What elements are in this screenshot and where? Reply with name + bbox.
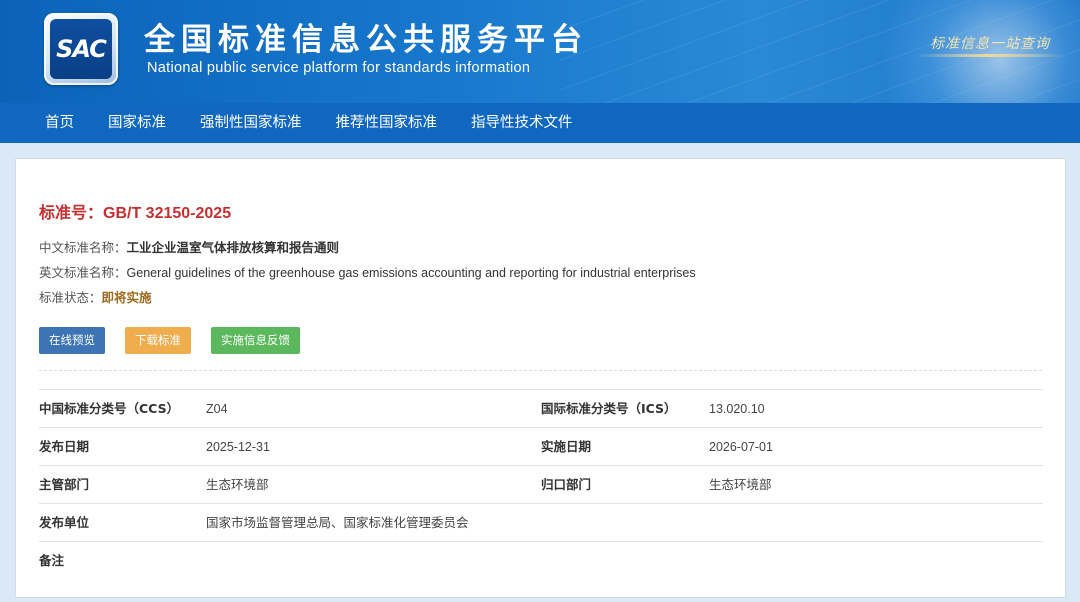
centralized-dept-label: 归口部门: [541, 477, 592, 492]
table-row: 发布日期 2025-12-31 实施日期 2026-07-01: [39, 428, 1043, 466]
publisher-value: 国家市场监督管理总局、国家标准化管理委员会: [206, 516, 469, 530]
status-label: 标准状态：: [39, 290, 102, 305]
nav-item-mandatory-standards[interactable]: 强制性国家标准: [183, 103, 319, 143]
publish-date-label: 发布日期: [39, 439, 90, 454]
table-row: 备注: [39, 542, 1043, 580]
main-nav: 首页 国家标准 强制性国家标准 推荐性国家标准 指导性技术文件: [0, 103, 1080, 143]
competent-dept-value: 生态环境部: [206, 478, 269, 492]
cn-name-value: 工业企业温室气体排放核算和报告通则: [126, 240, 340, 255]
site-header: SAC 全国标准信息公共服务平台 National public service…: [0, 0, 1080, 103]
details-table: 中国标准分类号（CCS） Z04 国际标准分类号（ICS） 13.020.10 …: [39, 389, 1043, 580]
publish-date-value: 2025-12-31: [206, 440, 270, 454]
ccs-label: 中国标准分类号（CCS）: [39, 401, 180, 416]
logo-text: SAC: [56, 35, 107, 63]
slogan-underline: [915, 54, 1065, 57]
ics-label: 国际标准分类号（ICS）: [541, 401, 677, 416]
cn-name-label: 中文标准名称：: [39, 240, 127, 255]
standard-number-label: 标准号：: [39, 203, 104, 222]
effective-date-label: 实施日期: [541, 439, 592, 454]
status-badge: 即将实施: [101, 290, 152, 305]
publisher-label: 发布单位: [39, 515, 90, 530]
download-standard-button[interactable]: 下载标准: [125, 327, 191, 354]
centralized-dept-value: 生态环境部: [709, 478, 772, 492]
site-title: 全国标准信息公共服务平台: [144, 22, 588, 58]
divider: [39, 370, 1042, 371]
competent-dept-label: 主管部门: [39, 477, 90, 492]
nav-item-guidance-documents[interactable]: 指导性技术文件: [454, 103, 590, 143]
ics-value: 13.020.10: [709, 402, 765, 416]
table-row: 中国标准分类号（CCS） Z04 国际标准分类号（ICS） 13.020.10: [39, 390, 1043, 428]
online-preview-button[interactable]: 在线预览: [39, 327, 105, 354]
status-row: 标准状态：即将实施: [39, 290, 696, 315]
nav-item-home[interactable]: 首页: [28, 103, 91, 143]
en-name-value: General guidelines of the greenhouse gas…: [126, 266, 696, 280]
nav-item-national-standards[interactable]: 国家标准: [91, 103, 183, 143]
standard-info: 中文标准名称：工业企业温室气体排放核算和报告通则 英文标准名称：General …: [39, 240, 696, 315]
en-name-label: 英文标准名称：: [39, 265, 127, 280]
remarks-label: 备注: [39, 553, 65, 568]
en-name-row: 英文标准名称：General guidelines of the greenho…: [39, 265, 696, 290]
effective-date-value: 2026-07-01: [709, 440, 773, 454]
nav-item-recommended-standards[interactable]: 推荐性国家标准: [319, 103, 455, 143]
table-row: 发布单位 国家市场监督管理总局、国家标准化管理委员会: [39, 504, 1043, 542]
standard-number: GB/T 32150-2025: [103, 205, 232, 222]
table-row: 主管部门 生态环境部 归口部门 生态环境部: [39, 466, 1043, 504]
slogan: 标准信息一站查询: [930, 36, 1050, 52]
implementation-feedback-button[interactable]: 实施信息反馈: [211, 327, 300, 354]
cn-name-row: 中文标准名称：工业企业温室气体排放核算和报告通则: [39, 240, 696, 265]
standard-number-heading: 标准号：GB/T 32150-2025: [39, 199, 231, 223]
action-buttons: 在线预览 下载标准 实施信息反馈: [39, 327, 320, 354]
site-subtitle: National public service platform for sta…: [147, 60, 531, 76]
standard-detail-panel: 标准号：GB/T 32150-2025 中文标准名称：工业企业温室气体排放核算和…: [15, 158, 1066, 598]
sac-logo[interactable]: SAC: [44, 13, 118, 85]
ccs-value: Z04: [206, 402, 228, 416]
